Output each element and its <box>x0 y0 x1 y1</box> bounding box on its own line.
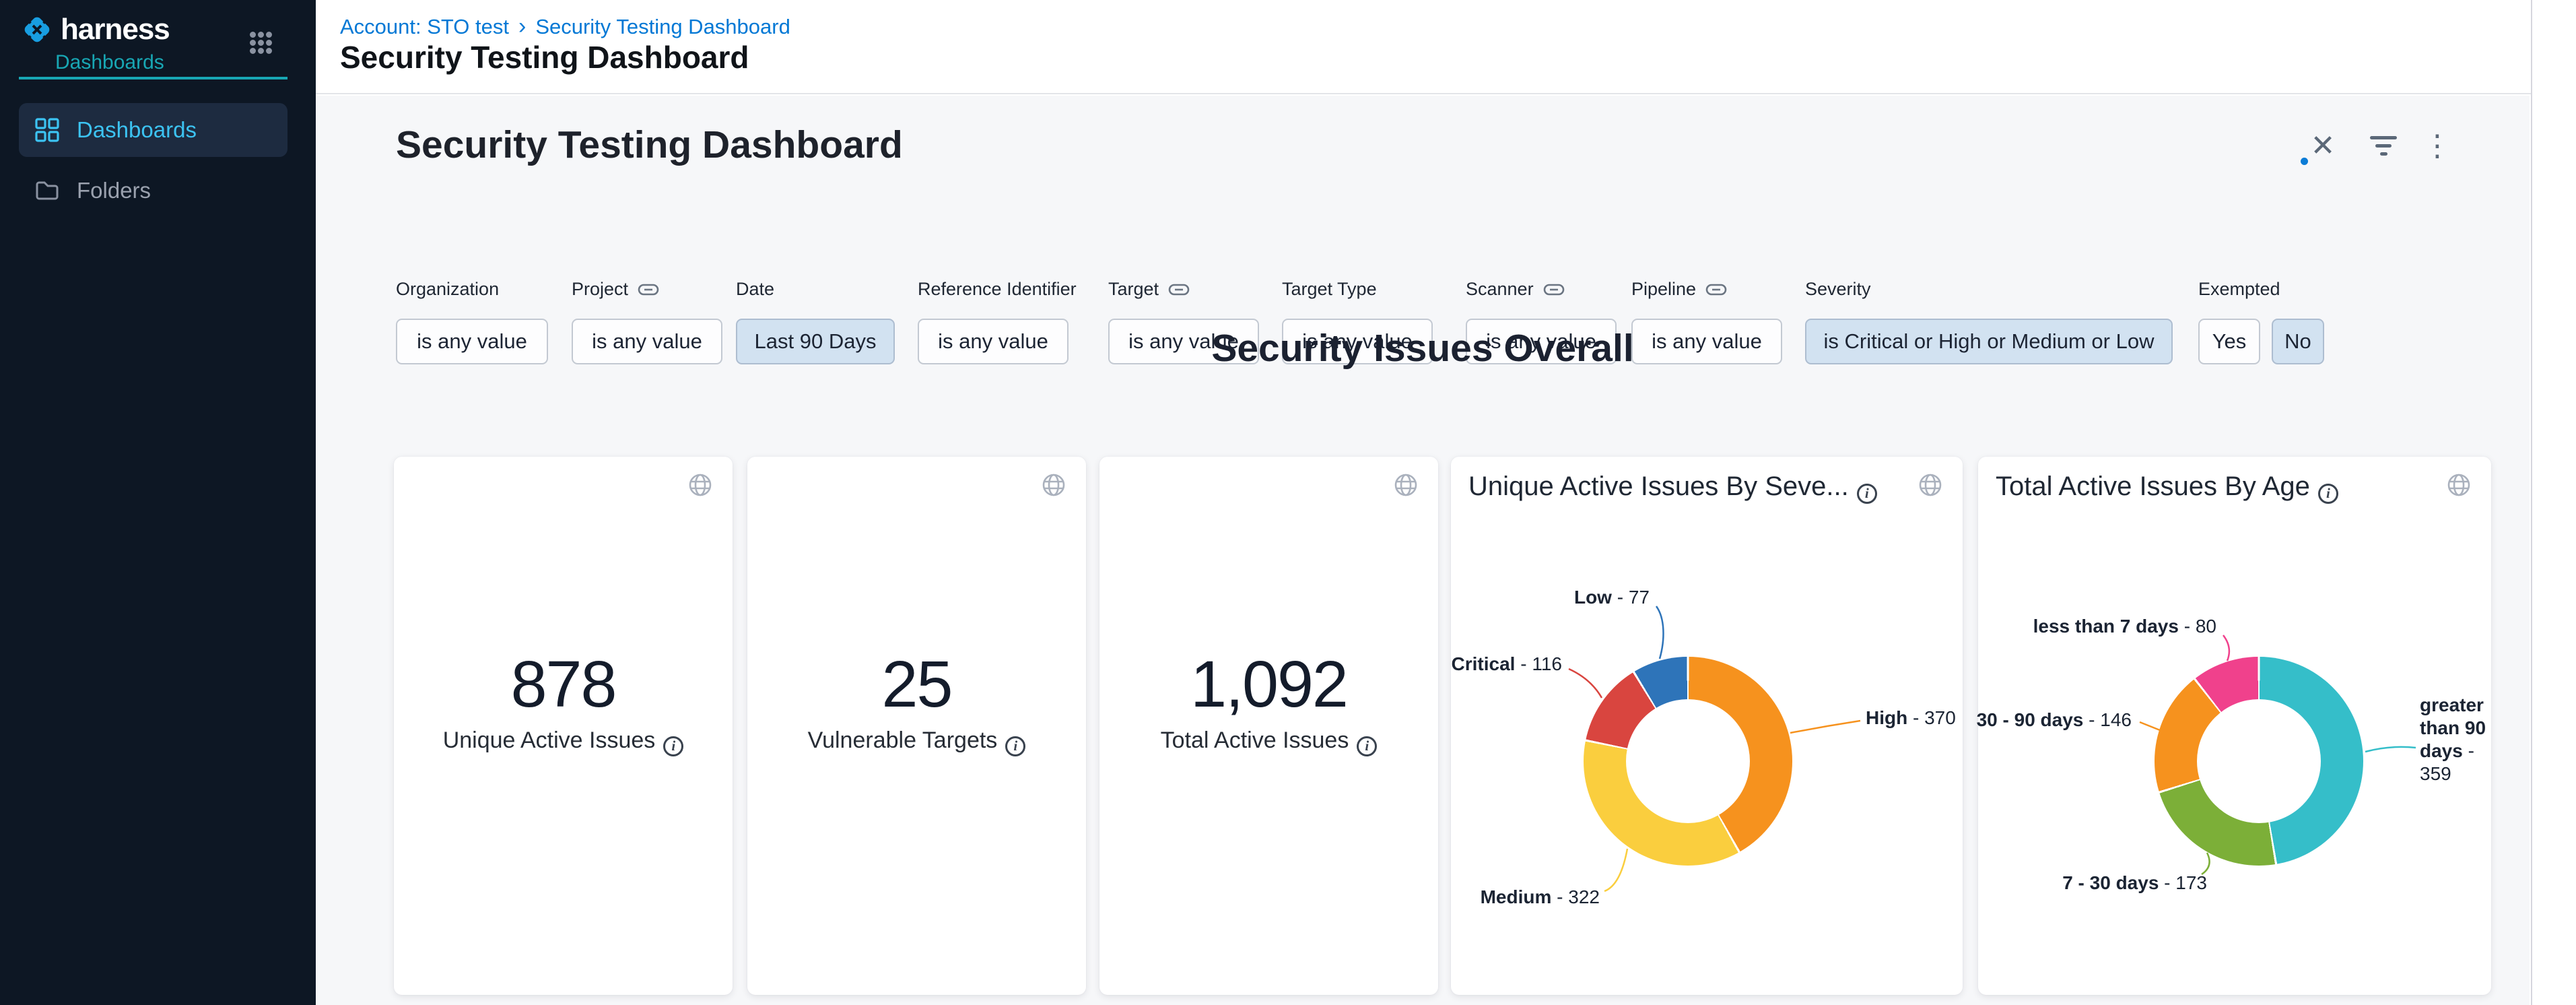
page-title: Security Testing Dashboard <box>340 39 749 75</box>
chart-label-7-30-days: 7 - 30 days - 173 <box>2062 872 2207 894</box>
tile-issues-by-age: Total Active Issues By Agei less than 7 … <box>1978 457 2491 995</box>
kebab-menu-icon: ⋮ <box>2422 129 2452 163</box>
filter-label-severity: Severity <box>1805 279 1871 300</box>
notification-dot <box>2301 158 2308 165</box>
dashboard-panel: Security Testing Dashboard ✕ ⋮ Organizat… <box>316 96 2530 1005</box>
sidebar-item-label: Dashboards <box>77 117 197 143</box>
module-label: Dashboards <box>55 51 164 74</box>
sidebar-item-dashboards[interactable]: Dashboards <box>19 103 287 157</box>
chart-label-low: Low - 77 <box>1574 587 1650 608</box>
app-root: harness Dashboards Dashboards Folders Ac… <box>0 0 2576 1005</box>
chart-label-30-90-days: 30 - 90 days - 146 <box>1977 709 2132 731</box>
breadcrumb-account-link[interactable]: Account: STO test <box>340 15 509 39</box>
close-icon: ✕ <box>2311 129 2336 163</box>
breadcrumb: Account: STO test › Security Testing Das… <box>340 13 790 40</box>
tile-issues-by-severity: Unique Active Issues By Seve...i Low - 7… <box>1451 457 1963 995</box>
chart-label-greater-than-90-days: greater than 90 days - 359 <box>2420 694 2501 785</box>
filter-label-project: Project <box>572 279 659 300</box>
stat-label: Vulnerable Targetsi <box>747 727 1086 756</box>
filters-button[interactable] <box>2363 125 2404 166</box>
globe-icon[interactable] <box>1394 473 1418 497</box>
tile-total-active-issues: 1,092 Total Active Issuesi <box>1099 457 1438 995</box>
harness-logo-icon <box>20 13 54 46</box>
stat-label: Total Active Issuesi <box>1099 727 1438 756</box>
severity-donut-chart[interactable] <box>1584 657 1792 866</box>
dashboards-icon <box>35 118 59 142</box>
tile-title: Total Active Issues By Agei <box>1996 472 2338 504</box>
close-button[interactable]: ✕ <box>2303 125 2343 166</box>
info-icon[interactable]: i <box>2318 484 2338 504</box>
chart-label-high: High - 370 <box>1866 707 1956 729</box>
globe-icon[interactable] <box>2447 473 2471 497</box>
sidebar-item-label: Folders <box>77 178 151 203</box>
globe-icon[interactable] <box>1918 473 1942 497</box>
stat-value: 25 <box>747 647 1086 722</box>
filter-label-date: Date <box>736 279 774 300</box>
link-icon <box>1705 284 1727 296</box>
filter-label-target: Target <box>1108 279 1190 300</box>
dashboard-title: Security Testing Dashboard <box>396 123 903 167</box>
tile-title: Unique Active Issues By Seve...i <box>1468 472 1877 504</box>
age-donut-chart[interactable] <box>2155 657 2363 866</box>
link-icon <box>1168 284 1190 296</box>
filter-label-organization: Organization <box>396 279 499 300</box>
chart-label-critical: Critical - 116 <box>1452 653 1562 675</box>
globe-icon[interactable] <box>688 473 712 497</box>
info-icon[interactable]: i <box>1005 736 1025 756</box>
chart-label-medium: Medium - 322 <box>1481 886 1600 908</box>
filter-icon <box>2370 136 2397 156</box>
link-icon <box>638 284 659 296</box>
filter-label-scanner: Scanner <box>1466 279 1565 300</box>
scrollbar-track[interactable] <box>2531 0 2576 1005</box>
tile-vulnerable-targets: 25 Vulnerable Targetsi <box>747 457 1086 995</box>
stat-value: 878 <box>394 647 733 722</box>
filter-label-reference-identifier: Reference Identifier <box>918 279 1077 300</box>
link-icon <box>1543 284 1565 296</box>
info-icon[interactable]: i <box>663 736 683 756</box>
stat-value: 1,092 <box>1099 647 1438 722</box>
filter-label-exempted: Exempted <box>2198 279 2280 300</box>
sidebar-item-folders[interactable]: Folders <box>19 164 287 218</box>
logo-wordmark: harness <box>61 13 170 46</box>
info-icon[interactable]: i <box>1357 736 1377 756</box>
sidebar-divider <box>19 77 287 79</box>
sidebar: harness Dashboards Dashboards Folders <box>0 0 316 1005</box>
module-grid-icon[interactable] <box>250 32 274 56</box>
stat-label: Unique Active Issuesi <box>394 727 733 756</box>
globe-icon[interactable] <box>1042 473 1066 497</box>
tile-unique-active-issues: 878 Unique Active Issuesi <box>394 457 733 995</box>
breadcrumb-dashboard-link[interactable]: Security Testing Dashboard <box>535 15 790 39</box>
page-header: Account: STO test › Security Testing Das… <box>316 0 2531 94</box>
folder-icon <box>35 179 59 203</box>
filter-label-pipeline: Pipeline <box>1631 279 1727 300</box>
breadcrumb-chevron-icon: › <box>518 13 526 40</box>
info-icon[interactable]: i <box>1857 484 1877 504</box>
more-options-button[interactable]: ⋮ <box>2417 125 2458 166</box>
section-heading: Security Issues Overall <box>316 326 2530 370</box>
harness-logo[interactable]: harness <box>20 12 170 47</box>
chart-label-less-than-7-days: less than 7 days - 80 <box>2033 616 2216 637</box>
filter-label-target-type: Target Type <box>1282 279 1377 300</box>
